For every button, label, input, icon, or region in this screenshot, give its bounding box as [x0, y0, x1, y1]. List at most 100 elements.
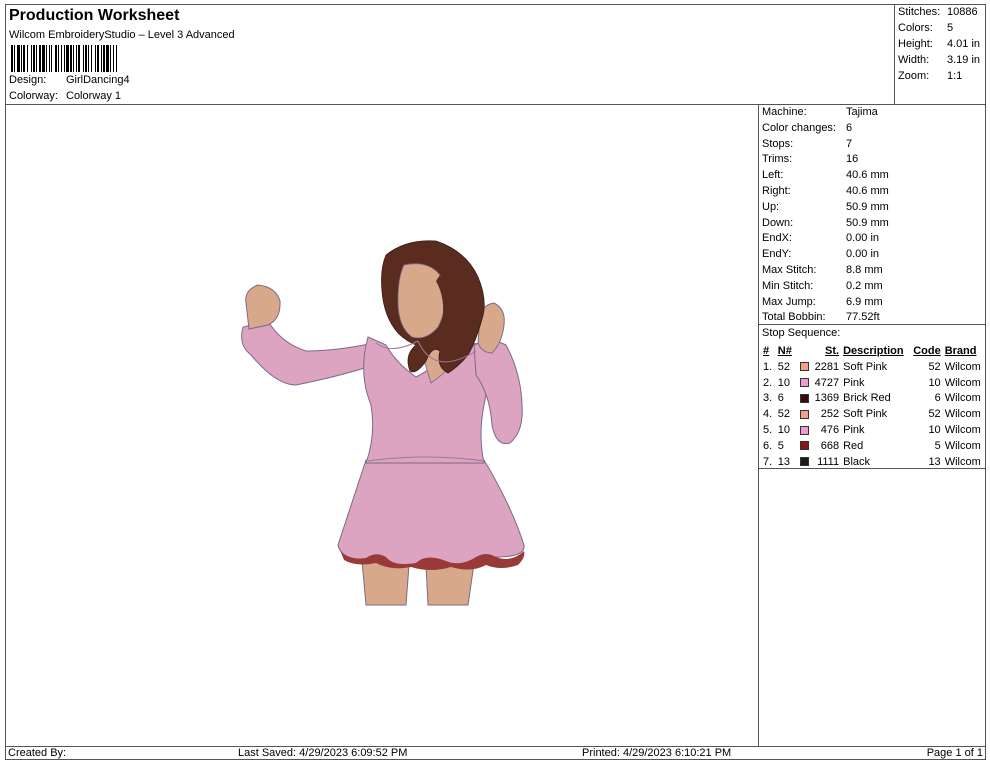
stop-row: 5. 10 476 Pink 10 Wilcom — [761, 422, 985, 438]
detail-value: 16 — [846, 153, 859, 166]
width-value: 3.19 in — [947, 54, 981, 66]
detail-row: EndX: 0.00 in — [762, 232, 879, 244]
stop-stitches: 2281 — [814, 360, 840, 373]
stop-index: 6. — [763, 439, 773, 452]
design-label: Design: — [9, 74, 47, 86]
summary-panel: Stitches: 10886 Colors: 5 Height: 4.01 i… — [895, 5, 985, 105]
width-row: Width: 3.19 in — [898, 54, 980, 66]
printed-date: Printed: 4/29/2023 6:10:21 PM — [582, 747, 732, 759]
stop-index: 5. — [763, 424, 773, 437]
detail-value: 40.6 mm — [846, 169, 889, 182]
detail-row: Down: 50.9 mm — [762, 217, 889, 229]
detail-label: Right: — [762, 185, 791, 197]
detail-label: EndY: — [762, 248, 792, 261]
stop-code: 6 — [934, 392, 941, 405]
art-face — [397, 263, 446, 339]
detail-value: 0.00 in — [846, 232, 880, 245]
stop-stitches: 668 — [820, 439, 840, 452]
stop-sequence-table: # N# St. Description Code Brand 1. 52 2281… — [761, 343, 985, 470]
detail-row: Max Jump: 6.9 mm — [762, 296, 883, 308]
stop-needle: 52 — [777, 408, 790, 421]
stop-swatch — [798, 406, 812, 422]
colors-value: 5 — [947, 22, 954, 34]
detail-label: Machine: — [762, 106, 807, 118]
stop-index: 2. — [763, 376, 773, 389]
stop-code: 52 — [928, 360, 941, 373]
color-swatch — [800, 409, 810, 419]
detail-label: Left: — [762, 169, 784, 182]
stop-stitches: 1369 — [814, 392, 840, 405]
design-row: Design: GirlDancing4 — [9, 74, 130, 86]
col-description: Description — [843, 345, 904, 357]
detail-value: 40.6 mm — [846, 185, 889, 197]
detail-label: Stops: — [762, 137, 794, 150]
detail-row: Machine: Tajima — [762, 106, 878, 118]
design-canvas — [6, 105, 759, 746]
col-swatch — [798, 343, 812, 359]
height-value: 4.01 in — [947, 38, 981, 50]
stitches-row: Stitches: 10886 — [898, 6, 978, 18]
detail-value: Tajima — [846, 106, 878, 118]
stop-description: Soft Pink — [843, 408, 888, 421]
detail-value: 0.2 mm — [846, 279, 883, 292]
detail-row: Total Bobbin: 77.52ft — [762, 311, 880, 323]
stop-row: 1. 52 2281 Soft Pink 52 Wilcom — [761, 359, 985, 375]
stop-sequence-title: Stop Sequence: — [762, 327, 841, 339]
detail-label: Max Jump: — [762, 295, 816, 308]
col-index: # — [763, 345, 770, 357]
stop-description: Brick Red — [843, 392, 891, 405]
stop-index: 1. — [763, 360, 773, 373]
created-by: Created By: — [8, 747, 67, 759]
detail-value: 50.9 mm — [846, 200, 889, 213]
stop-stitches: 4727 — [814, 376, 840, 389]
stop-row: 6. 5 668 Red 5 Wilcom — [761, 438, 985, 454]
colorway-row: Colorway: Colorway 1 — [9, 90, 121, 102]
stop-code: 5 — [934, 439, 941, 452]
detail-label: EndX: — [762, 232, 792, 245]
width-label: Width: — [898, 54, 930, 66]
detail-row: Color changes: 6 — [762, 122, 852, 134]
stop-needle: 5 — [777, 439, 784, 452]
stop-brand: Wilcom — [944, 439, 981, 452]
detail-value: 0.00 in — [846, 248, 880, 261]
stop-description: Pink — [843, 424, 865, 437]
stop-sequence-bottom-rule — [759, 468, 985, 469]
zoom-row: Zoom: 1:1 — [898, 70, 962, 82]
stop-needle: 10 — [777, 376, 790, 389]
stop-brand: Wilcom — [944, 408, 981, 421]
detail-row: EndY: 0.00 in — [762, 248, 879, 260]
stop-swatch — [798, 359, 812, 375]
stop-row: 4. 52 252 Soft Pink 52 Wilcom — [761, 406, 985, 422]
art-left-arm — [241, 320, 375, 386]
stop-needle: 52 — [777, 360, 790, 373]
detail-value: 6 — [846, 121, 853, 134]
stop-brand: Wilcom — [944, 392, 981, 405]
height-label: Height: — [898, 38, 933, 50]
stop-code: 10 — [928, 376, 941, 389]
detail-row: Left: 40.6 mm — [762, 169, 889, 181]
stop-row: 3. 6 1369 Brick Red 6 Wilcom — [761, 391, 985, 407]
color-swatch — [800, 362, 810, 372]
embroidery-artwork — [241, 240, 525, 606]
zoom-label: Zoom: — [898, 70, 930, 82]
stop-description: Red — [843, 439, 864, 452]
detail-label: Color changes: — [762, 121, 836, 134]
color-swatch — [800, 378, 810, 388]
detail-label: Min Stitch: — [762, 279, 814, 292]
detail-label: Trims: — [762, 153, 793, 166]
color-swatch — [800, 457, 810, 467]
stop-stitches: 252 — [820, 408, 840, 421]
stop-needle: 6 — [777, 392, 784, 405]
page-title: Production Worksheet — [9, 7, 180, 24]
detail-label: Up: — [762, 200, 780, 213]
stop-code: 10 — [928, 424, 941, 437]
header: Production Worksheet Wilcom EmbroiderySt… — [6, 5, 895, 105]
color-swatch — [800, 425, 810, 435]
col-needle: N# — [777, 345, 792, 357]
page-number: Page 1 of 1 — [926, 747, 983, 759]
footer: Created By: Last Saved: 4/29/2023 6:09:5… — [6, 746, 985, 760]
stop-swatch — [798, 391, 812, 407]
stop-sequence-divider — [759, 324, 985, 325]
stop-stitches: 476 — [820, 424, 840, 437]
detail-value: 50.9 mm — [846, 216, 889, 229]
